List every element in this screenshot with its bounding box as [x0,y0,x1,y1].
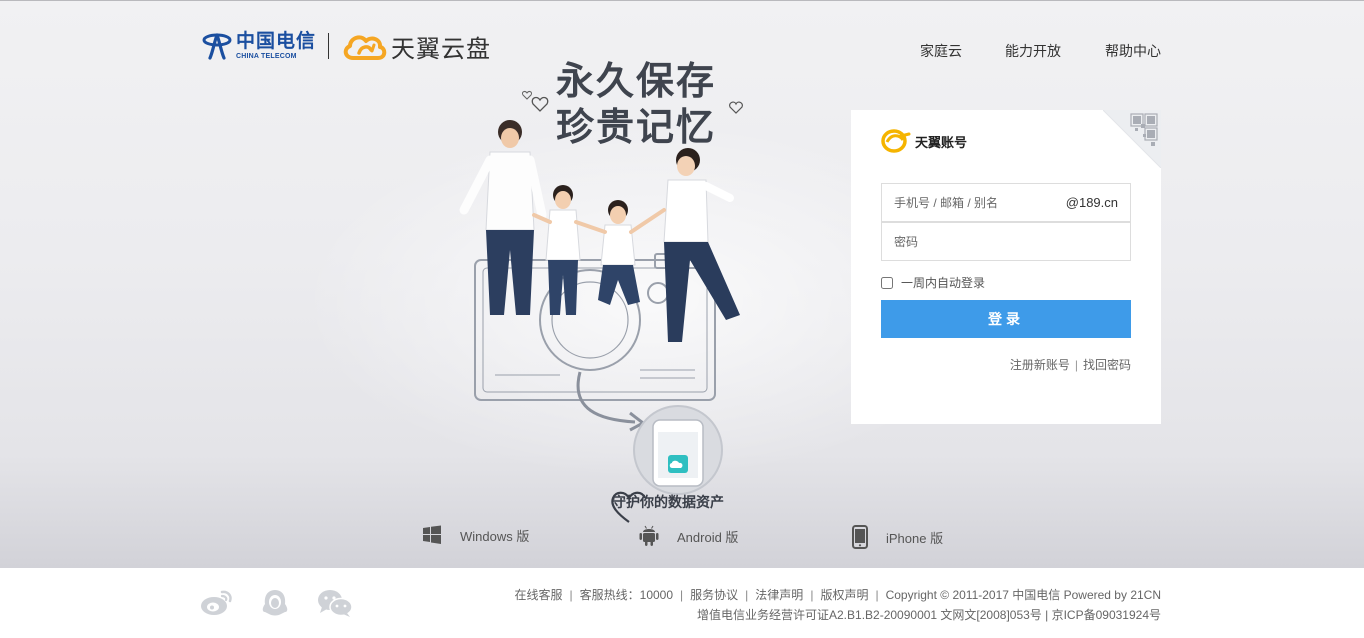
download-windows[interactable]: Windows 版 [422,525,529,545]
register-link[interactable]: 注册新账号 [1010,356,1070,373]
nav-help-center[interactable]: 帮助中心 [1105,41,1161,61]
remember-label: 一周内自动登录 [901,276,986,290]
product-name: 天翼云盘 [391,36,491,63]
brand-text: 天翼账号 [915,134,968,150]
nav-open-platform[interactable]: 能力开放 [1005,41,1061,61]
telecom-logo-en: CHINA TELECOM [236,53,297,60]
tianyi-cloud-logo[interactable]: 天翼云盘 [341,29,491,64]
password-input[interactable] [882,223,1130,260]
login-panel: 天翼账号 @189.cn 一周内自动登录 登录 注册新账号 | 找回密码 [851,110,1161,424]
download-android-label: Android 版 [677,529,739,545]
remember-checkbox[interactable] [881,276,893,289]
qr-code-icon[interactable] [1103,110,1161,168]
download-iphone[interactable]: iPhone 版 [852,525,943,549]
footer-separator: | [810,587,814,602]
iphone-icon [852,525,868,549]
footer-separator: | [745,587,749,602]
logo-divider [328,33,329,59]
footer-license: 增值电信业务经营许可证A2.B1.B2-20090001 文网文[2008]05… [697,608,1161,622]
download-iphone-label: iPhone 版 [886,530,944,546]
footer-links: 在线客服 | 客服热线：10000 | 服务协议 | 法律声明 | 版权声明 |… [515,586,1161,603]
footer: 在线客服 | 客服热线：10000 | 服务协议 | 法律声明 | 版权声明 |… [0,568,1364,638]
password-field [881,222,1131,261]
footer-online-service[interactable]: 在线客服 [515,586,563,603]
link-separator: | [1074,357,1078,372]
cloud-logo-icon [343,34,387,60]
android-icon [639,525,659,546]
windows-icon [423,525,441,544]
footer-separator: | [569,587,573,602]
forgot-password-link[interactable]: 找回密码 [1083,356,1131,373]
nav-family-cloud[interactable]: 家庭云 [920,41,962,61]
slogan-line-1: 永久保存 [556,58,717,103]
account-field: @189.cn [881,183,1131,222]
telecom-logo-cn: 中国电信 [236,30,317,52]
footer-separator: | [875,587,879,602]
footer-service-agreement[interactable]: 服务协议 [690,586,738,603]
download-android[interactable]: Android 版 [639,525,738,547]
weibo-icon[interactable] [200,588,234,616]
footer-separator: | [680,587,684,602]
tianyi-account-brand: 天翼账号 [881,128,967,154]
tianyi-account-logo-icon [881,129,911,153]
china-telecom-mark-icon [202,33,232,60]
top-border [0,0,1364,1]
footer-copyright: Copyright © 2011-2017 中国电信 Powered by 21… [885,588,1161,602]
footer-copyright-notice[interactable]: 版权声明 [820,586,868,603]
wechat-icon[interactable] [317,588,353,618]
login-button[interactable]: 登录 [881,300,1131,338]
download-windows-label: Windows 版 [460,528,530,544]
footer-hotline[interactable]: 客服热线：10000 [580,586,673,603]
account-links: 注册新账号 | 找回密码 [1010,356,1131,373]
protect-caption: 守护你的数据资产 [612,495,724,511]
family-camera-illustration [459,120,740,495]
remember-me[interactable]: 一周内自动登录 [881,274,985,291]
hero-banner: 中国电信 CHINA TELECOM 天翼云盘 家庭云 能力开放 帮助中心 永久… [0,0,1364,568]
account-domain-suffix: @189.cn [1065,195,1118,210]
footer-legal[interactable]: 法律声明 [755,586,803,603]
china-telecom-logo[interactable]: 中国电信 CHINA TELECOM [202,30,316,62]
qq-icon[interactable] [261,588,289,618]
